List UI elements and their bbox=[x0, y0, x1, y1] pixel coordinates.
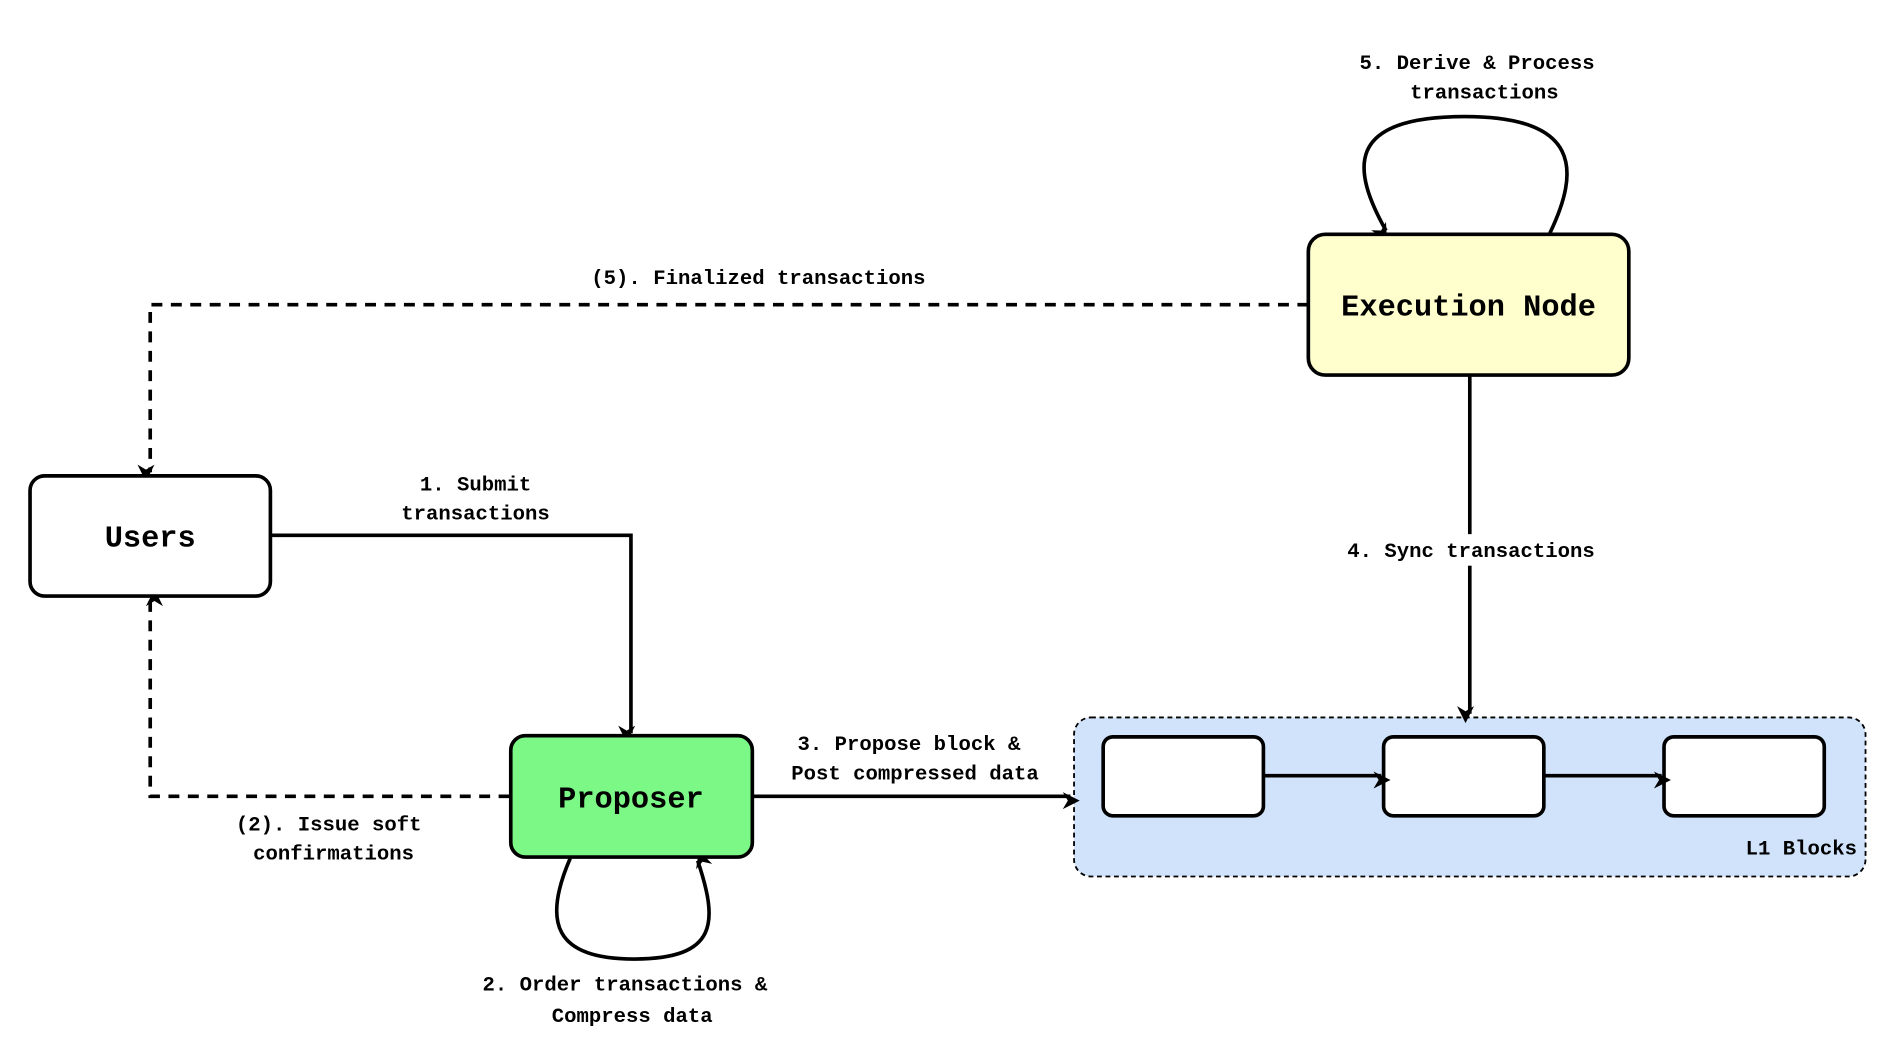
order-label-1: 2. Order transactions & bbox=[483, 975, 768, 998]
edge-soft-confirm bbox=[145, 589, 510, 799]
edge-finalized bbox=[137, 302, 1309, 482]
submit-label-1: 1. Submit bbox=[420, 474, 531, 497]
architecture-diagram: L1 Blocks Users Proposer Execution Node … bbox=[28, 53, 1867, 1029]
execution-node: Execution Node bbox=[1306, 232, 1631, 377]
edge-submit bbox=[271, 533, 636, 743]
soft-confirm-label-2: confirmations bbox=[253, 843, 414, 866]
proposer-label: Proposer bbox=[558, 783, 704, 817]
proposer-node: Proposer bbox=[508, 733, 755, 859]
submit-label-2: transactions bbox=[401, 504, 550, 527]
sync-label: 4. Sync transactions bbox=[1347, 541, 1595, 564]
l1-block bbox=[1381, 735, 1546, 818]
l1-blocks-group: L1 Blocks bbox=[1073, 716, 1867, 878]
users-node: Users bbox=[28, 474, 273, 598]
order-label-2: Compress data bbox=[552, 1006, 713, 1029]
l1-block bbox=[1101, 735, 1266, 818]
propose-label-2: Post compressed data bbox=[791, 763, 1039, 786]
propose-label-1: 3. Propose block & bbox=[798, 734, 1021, 757]
l1-block bbox=[1662, 735, 1827, 818]
edge-order-loop bbox=[554, 850, 713, 961]
derive-label-1: 5. Derive & Process bbox=[1359, 53, 1594, 76]
l1-blocks-label: L1 Blocks bbox=[1746, 839, 1857, 862]
users-label: Users bbox=[105, 522, 196, 556]
finalized-label: (5). Finalized transactions bbox=[591, 268, 925, 291]
execution-node-label: Execution Node bbox=[1341, 292, 1596, 326]
soft-confirm-label-1: (2). Issue soft bbox=[236, 814, 422, 837]
derive-label-2: transactions bbox=[1410, 82, 1559, 105]
edge-derive-loop bbox=[1362, 114, 1569, 241]
